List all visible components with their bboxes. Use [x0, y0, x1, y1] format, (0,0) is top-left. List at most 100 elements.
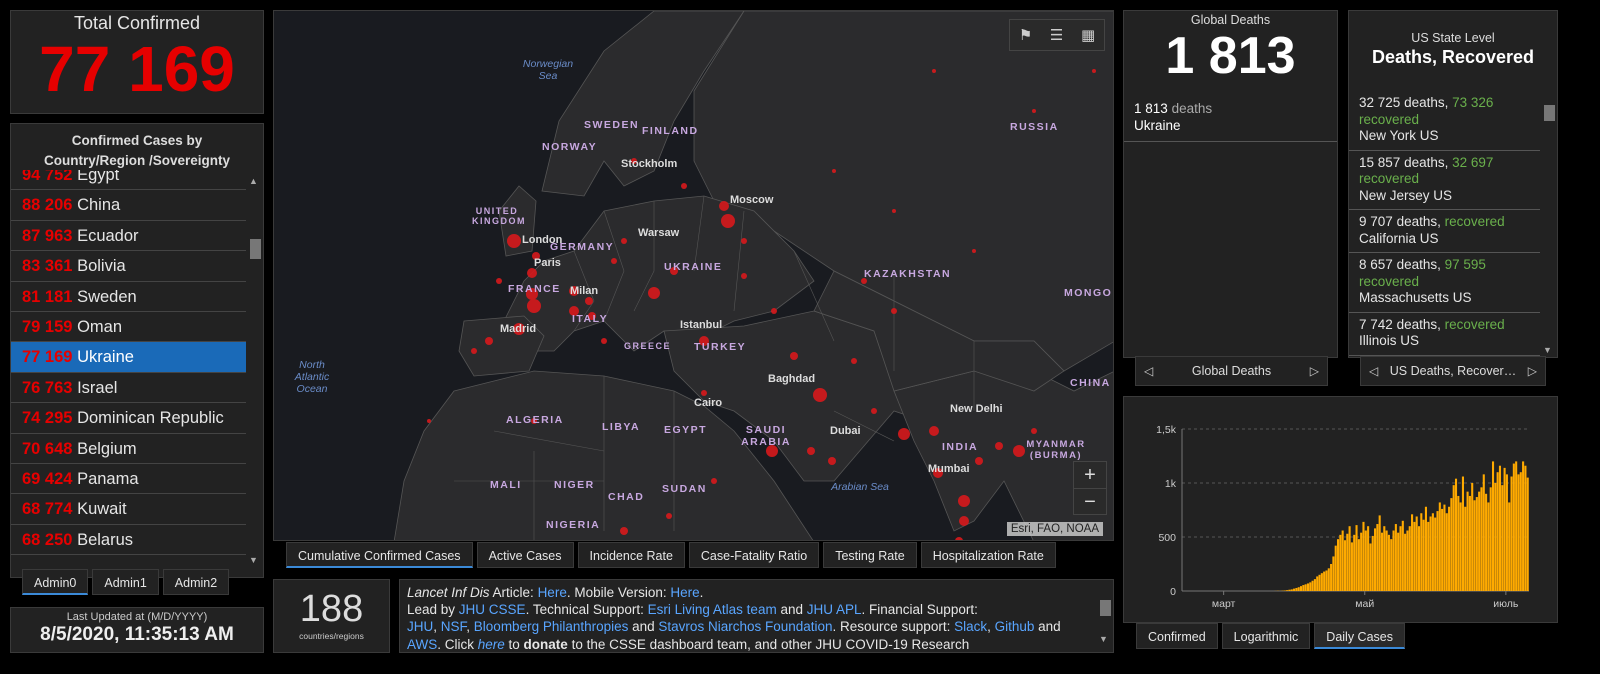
mobile-version-link[interactable]: Here	[670, 585, 699, 600]
global-deaths-item-place: Ukraine	[1134, 118, 1181, 133]
map-city-warsaw: Warsaw	[638, 227, 680, 239]
tab-admin1[interactable]: Admin1	[92, 569, 159, 595]
slack-link[interactable]: Slack	[954, 619, 987, 634]
chart-bar	[1485, 493, 1488, 591]
country-row[interactable]: 77 169 Ukraine	[11, 342, 246, 373]
jhu-apl-link[interactable]: JHU APL	[807, 602, 862, 617]
tab-logarithmic[interactable]: Logarithmic	[1221, 623, 1311, 649]
map-label-china: CHINA	[1070, 377, 1111, 389]
article-link[interactable]: Here	[538, 585, 567, 600]
us-scroll-thumb[interactable]	[1544, 105, 1555, 121]
us-state-scrollbar[interactable]: ▼	[1540, 101, 1557, 355]
chevron-right-icon[interactable]: ▷	[1528, 364, 1537, 378]
country-name: Belarus	[77, 530, 134, 549]
country-confirmed-value: 74 295	[22, 409, 73, 428]
country-row[interactable]: 88 206 China	[11, 190, 246, 221]
chart-bar	[1334, 545, 1337, 591]
country-row[interactable]: 68 250 Belarus	[11, 525, 246, 556]
scroll-up-icon[interactable]: ▲	[249, 176, 258, 186]
zoom-out-button[interactable]: −	[1074, 488, 1106, 514]
tab-testing-rate[interactable]: Testing Rate	[823, 542, 917, 568]
country-row[interactable]: 81 181 Sweden	[11, 282, 246, 312]
esri-link[interactable]: Esri Living Atlas team	[648, 602, 777, 617]
legend-list-icon[interactable]: ☰	[1050, 26, 1063, 44]
chart-bar	[1489, 487, 1492, 591]
country-row[interactable]: 68 774 Kuwait	[11, 494, 246, 525]
country-name: Panama	[77, 469, 139, 488]
chart-bar	[1478, 491, 1481, 591]
tab-hospitalization-rate[interactable]: Hospitalization Rate	[920, 542, 1056, 568]
us-deaths-pager-label: US Deaths, Recover…	[1389, 364, 1517, 378]
chevron-left-icon[interactable]: ◁	[1369, 364, 1378, 378]
chart-bar	[1362, 521, 1365, 591]
country-list-scrollbar[interactable]: ▲ ▼	[246, 174, 263, 567]
us-state-row[interactable]: 8 657 deaths, 97 595 recovered Massachuse…	[1349, 253, 1540, 313]
us-state-row[interactable]: 9 707 deaths, recovered California US	[1349, 210, 1540, 253]
us-state-list[interactable]: 32 725 deaths, 73 326 recovered New York …	[1349, 91, 1540, 357]
country-list[interactable]: 94 752 Egypt 88 206 China 87 963 Ecuador 83…	[11, 170, 246, 577]
tab-active-cases[interactable]: Active Cases	[476, 542, 574, 568]
world-map[interactable]: ⚑ ☰ ▦ SWEDEN FINLAND NORWAY UNITED KINGD…	[273, 10, 1114, 541]
chevron-left-icon[interactable]: ◁	[1144, 364, 1153, 378]
chart-bar	[1422, 519, 1425, 591]
zoom-in-button[interactable]: +	[1074, 462, 1106, 488]
country-row[interactable]: 74 295 Dominican Republic	[11, 403, 246, 434]
info-text-segment: .	[699, 585, 704, 600]
donate-link[interactable]: here	[478, 637, 505, 652]
chart-bar	[1434, 517, 1437, 591]
stavros-link[interactable]: Stavros Niarchos Foundation	[658, 619, 832, 634]
country-row[interactable]: 69 424 Panama	[11, 464, 246, 495]
aws-link[interactable]: AWS	[407, 637, 437, 652]
us-recovered-word: recovered	[1444, 316, 1505, 332]
us-recovered-word: recovered	[1359, 171, 1420, 186]
github-link[interactable]: Github	[995, 619, 1035, 634]
country-row[interactable]: 87 963 Ecuador	[11, 221, 246, 252]
country-confirmed-value: 70 648	[22, 439, 73, 458]
bookmark-icon[interactable]: ⚑	[1019, 26, 1032, 44]
us-state-row[interactable]: 32 725 deaths, 73 326 recovered New York …	[1349, 91, 1540, 151]
scroll-down-icon[interactable]: ▼	[1543, 345, 1552, 355]
info-text-segment: and	[1034, 619, 1061, 635]
country-row[interactable]: 83 361 Bolivia	[11, 251, 246, 282]
map-label-russia: RUSSIA	[1010, 121, 1059, 133]
tab-confirmed[interactable]: Confirmed	[1136, 623, 1218, 649]
global-deaths-pager-label: Global Deaths	[1191, 364, 1272, 378]
us-state-row[interactable]: 15 857 deaths, 32 697 recovered New Jerse…	[1349, 151, 1540, 210]
last-updated-label: Last Updated at (M/D/YYYY)	[66, 611, 208, 623]
tab-daily-cases[interactable]: Daily Cases	[1314, 623, 1405, 649]
tab-admin2[interactable]: Admin2	[162, 569, 230, 595]
nsf-link[interactable]: NSF	[441, 619, 467, 634]
country-row[interactable]: 76 763 Israel	[11, 373, 246, 404]
tab-case-fatality-ratio[interactable]: Case-Fatality Ratio	[688, 542, 820, 568]
chart-bar	[1487, 502, 1490, 591]
scroll-down-icon[interactable]: ▼	[249, 555, 258, 565]
jhu-link[interactable]: JHU	[407, 619, 433, 634]
country-row[interactable]: 70 648 Belgium	[11, 434, 246, 464]
info-text: Lancet Inf Dis Article: Here. Mobile Ver…	[407, 584, 1091, 652]
tab-incidence-rate[interactable]: Incidence Rate	[577, 542, 685, 568]
us-state-row[interactable]: 7 742 deaths, recovered Illinois US	[1349, 313, 1540, 356]
tab-admin0[interactable]: Admin0	[22, 569, 89, 595]
jhu-csse-link[interactable]: JHU CSSE	[459, 602, 526, 617]
tab-cumulative-confirmed[interactable]: Cumulative Confirmed Cases	[286, 542, 473, 568]
chart-bar	[1494, 483, 1497, 591]
info-text-segment: . Resource support:	[832, 619, 955, 635]
chevron-right-icon[interactable]: ▷	[1310, 364, 1319, 378]
scroll-thumb[interactable]	[250, 239, 261, 259]
bloomberg-link[interactable]: Bloomberg Philanthropies	[474, 619, 629, 634]
chart-bar	[1399, 526, 1402, 591]
info-scroll-thumb[interactable]	[1100, 600, 1111, 616]
chart-bar	[1464, 506, 1467, 591]
scroll-down-icon[interactable]: ▼	[1099, 631, 1108, 648]
chart-y-tick-label: 1k	[1165, 478, 1177, 490]
chart-bar	[1341, 530, 1344, 591]
chart-bar	[1461, 476, 1464, 591]
country-row[interactable]: 79 159 Oman	[11, 312, 246, 343]
map-canvas[interactable]	[274, 11, 1114, 541]
global-deaths-item[interactable]: 1 813 deaths Ukraine	[1124, 93, 1337, 142]
info-scrollbar[interactable]: ▼	[1096, 582, 1113, 650]
country-row[interactable]: 94 752 Egypt	[11, 170, 246, 191]
chart-bar	[1443, 504, 1446, 591]
us-state-panel: US State Level Deaths, Recovered 32 725 …	[1348, 10, 1558, 358]
basemap-grid-icon[interactable]: ▦	[1081, 26, 1095, 44]
